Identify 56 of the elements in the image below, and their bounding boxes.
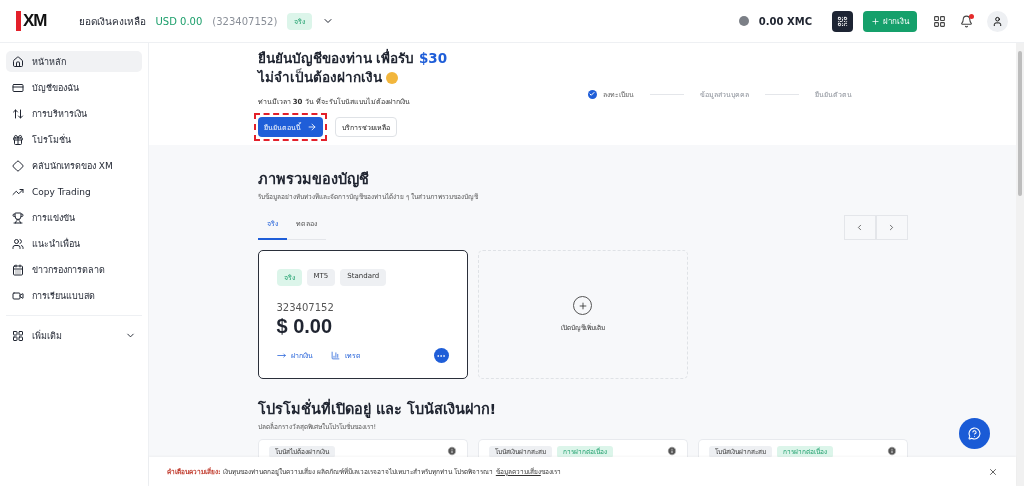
sidebar-item[interactable]: ข่าวกรองการตลาด: [6, 259, 142, 280]
sidebar-item[interactable]: โปรโมชั่น: [6, 129, 142, 150]
sidebar-item[interactable]: บัญชีของฉัน: [6, 77, 142, 98]
chevron-right-icon: [887, 223, 896, 232]
people-icon: [12, 237, 24, 250]
account-id: (323407152): [212, 15, 278, 27]
grid-icon: [12, 329, 24, 342]
sidebar-more-item[interactable]: เพิ่มเติม: [6, 325, 142, 346]
user-avatar[interactable]: [987, 10, 1008, 32]
sidebar-item[interactable]: แนะนำเพื่อน: [6, 233, 142, 254]
verify-title: ยืนยันบัญชีของท่าน เพื่อรับ $30 ไม่จำเป็นต้องฝากเงิน: [257, 49, 449, 87]
arrow-right-icon: [306, 122, 317, 132]
more-options-button[interactable]: [433, 348, 449, 363]
bell-icon: [960, 14, 973, 28]
check-icon: [587, 89, 597, 99]
coin-icon: [738, 16, 749, 26]
bar-chart-icon: [330, 351, 340, 360]
sidebar-item[interactable]: คลับนักเทรดของ XM: [6, 155, 142, 176]
video-camera-icon: [12, 289, 24, 302]
gift-icon: [12, 133, 24, 146]
xm-logo: XM: [16, 11, 47, 31]
close-icon: [988, 466, 998, 477]
sidebar-item[interactable]: การบริหารเงิน: [6, 103, 142, 124]
info-icon[interactable]: [446, 446, 457, 456]
scrollbar-thumb[interactable]: [1018, 51, 1022, 196]
account-number: 323407152: [276, 302, 335, 313]
plus-icon: [871, 16, 880, 26]
calendar-icon: [12, 263, 24, 276]
sidebar-item[interactable]: หน้าหลัก: [6, 51, 142, 72]
arrow-right-icon: [276, 351, 286, 360]
balance-amount: USD 0.00: [155, 15, 203, 27]
up-down-arrows-icon: [12, 107, 24, 120]
close-button[interactable]: [988, 466, 998, 477]
info-icon[interactable]: [886, 446, 897, 456]
account-balance: $ 0.00: [276, 315, 334, 338]
section-title: โปรโมชั่นที่เปิดอยู่ และ โบนัสเงินฝาก!: [257, 397, 908, 420]
home-icon: [12, 55, 24, 68]
sidebar-item[interactable]: การเรียนแบบสด: [6, 285, 142, 306]
sidebar-item[interactable]: การแข่งขัน: [6, 207, 142, 228]
sidebar-item[interactable]: Copy Trading: [6, 181, 142, 202]
help-chat-button[interactable]: [959, 418, 990, 449]
grid-icon: [933, 14, 946, 28]
diamond-icon: [12, 159, 24, 172]
help-chat-icon: [968, 427, 981, 440]
qr-code-button[interactable]: [832, 10, 853, 32]
coin-balance: 0.00 XMC: [758, 15, 812, 27]
chevron-left-icon: [855, 223, 864, 232]
qr-code-icon: [837, 15, 848, 27]
section-title: ภาพรวมของบัญชี: [257, 170, 370, 190]
notification-button[interactable]: [960, 14, 973, 28]
user-icon: [992, 15, 1003, 27]
trophy-icon: [12, 211, 24, 224]
apps-grid-button[interactable]: [933, 14, 946, 28]
balance-label: ยอดเงินคงเหลือ: [78, 14, 146, 29]
info-icon[interactable]: [666, 446, 677, 456]
card-icon: [12, 81, 24, 94]
